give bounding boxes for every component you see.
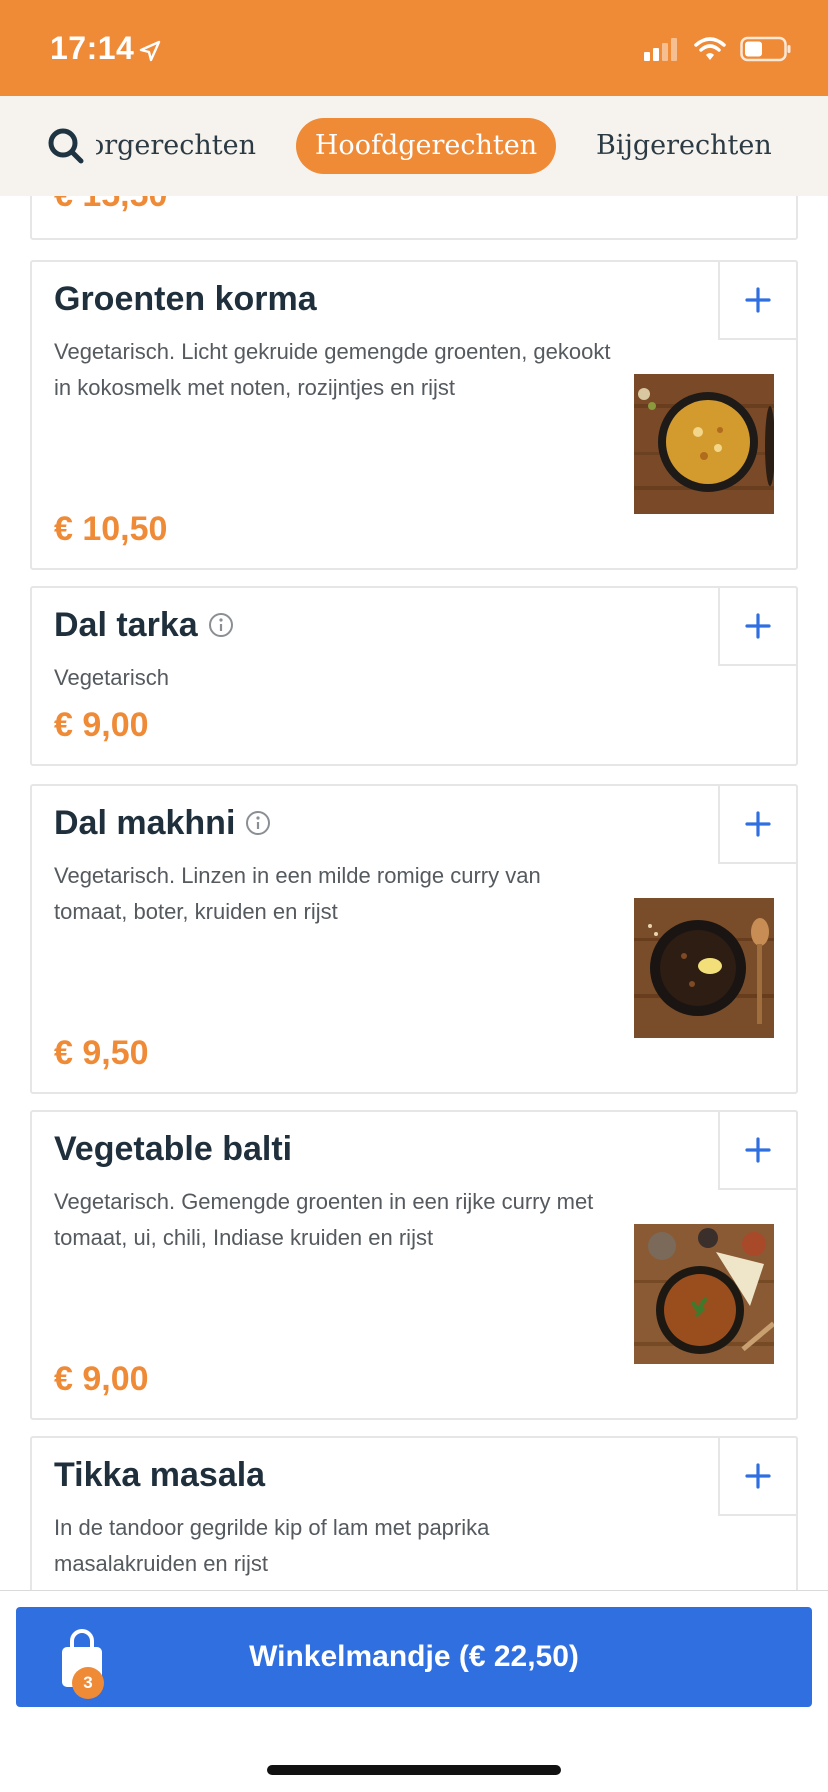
plus-icon <box>745 287 771 313</box>
menu-list[interactable]: € 15,50 Groenten korma Vegetarisch. Lich… <box>0 196 828 1590</box>
menu-item-card[interactable]: Vegetable balti Vegetarisch. Gemengde gr… <box>30 1110 798 1420</box>
signal-icon <box>644 38 677 61</box>
search-icon <box>48 128 84 164</box>
dish-name: Dal tarka <box>54 606 198 644</box>
plus-icon <box>745 1137 771 1163</box>
dish-name: Tikka masala <box>54 1456 266 1494</box>
plus-icon <box>745 613 771 639</box>
dish-price: € 9,00 <box>54 706 149 744</box>
cart-button[interactable]: 3 Winkelmandje (€ 22,50) <box>16 1607 812 1707</box>
status-icons <box>644 36 792 62</box>
menu-item-card[interactable]: Groenten korma Vegetarisch. Licht gekrui… <box>30 260 798 570</box>
add-to-cart-button[interactable] <box>718 1110 798 1190</box>
dish-name: Vegetable balti <box>54 1130 293 1168</box>
home-indicator[interactable] <box>267 1765 561 1775</box>
info-icon[interactable] <box>245 810 271 836</box>
menu-item-card: € 15,50 <box>30 196 798 240</box>
dish-image[interactable] <box>634 898 774 1038</box>
dish-name-row: Dal makhni <box>54 804 271 843</box>
battery-icon <box>740 36 791 62</box>
tab-bijgerechten[interactable]: Bijgerechten <box>596 118 772 174</box>
dish-image[interactable] <box>634 374 774 514</box>
tab-voorgerechten[interactable]: Voorgerechten <box>96 118 256 174</box>
dish-description: Vegetarisch <box>54 665 169 690</box>
dish-description: Vegetarisch. Licht gekruide gemengde gro… <box>54 339 611 400</box>
dish-price: € 10,50 <box>54 510 168 548</box>
dish-name-row: Dal tarka <box>54 606 234 645</box>
plus-icon <box>745 1463 771 1489</box>
cart-button-label: Winkelmandje (€ 22,50) <box>249 1640 579 1673</box>
dish-description: Vegetarisch. Linzen in een milde romige … <box>54 863 541 924</box>
dish-name: Groenten korma <box>54 280 317 318</box>
add-to-cart-button[interactable] <box>718 586 798 666</box>
add-to-cart-button[interactable] <box>718 260 798 340</box>
bottom-area: 3 Winkelmandje (€ 22,50) <box>0 1590 828 1792</box>
menu-item-card[interactable]: Dal makhni Vegetarisch. Linzen in een mi… <box>30 784 798 1094</box>
status-time-text: 17:14 <box>50 30 135 66</box>
dish-name: Dal makhni <box>54 804 236 842</box>
category-bar: Voorgerechten Hoofdgerechten Bijgerechte… <box>0 96 828 196</box>
dish-description: Vegetarisch. Gemengde groenten in een ri… <box>54 1189 594 1250</box>
add-to-cart-button[interactable] <box>718 784 798 864</box>
dish-image[interactable] <box>634 1224 774 1364</box>
info-icon[interactable] <box>208 612 234 638</box>
dish-price: € 9,00 <box>54 1360 149 1398</box>
tab-hoofdgerechten[interactable]: Hoofdgerechten <box>296 118 556 174</box>
dish-price: € 15,50 <box>54 196 167 215</box>
dish-description: In de tandoor gegrilde kip of lam met pa… <box>54 1515 490 1576</box>
menu-item-card[interactable]: Dal tarka Vegetarisch € 9,00 <box>30 586 798 766</box>
plus-icon <box>745 811 771 837</box>
status-bar: 17:14 <box>0 0 828 96</box>
menu-item-card[interactable]: Tikka masala In de tandoor gegrilde kip … <box>30 1436 798 1590</box>
status-time: 17:14 <box>50 30 162 67</box>
location-arrow-icon <box>140 40 161 61</box>
search-button[interactable] <box>44 124 88 168</box>
add-to-cart-button[interactable] <box>718 1436 798 1516</box>
wifi-icon <box>694 37 726 60</box>
dish-price: € 9,50 <box>54 1034 149 1072</box>
